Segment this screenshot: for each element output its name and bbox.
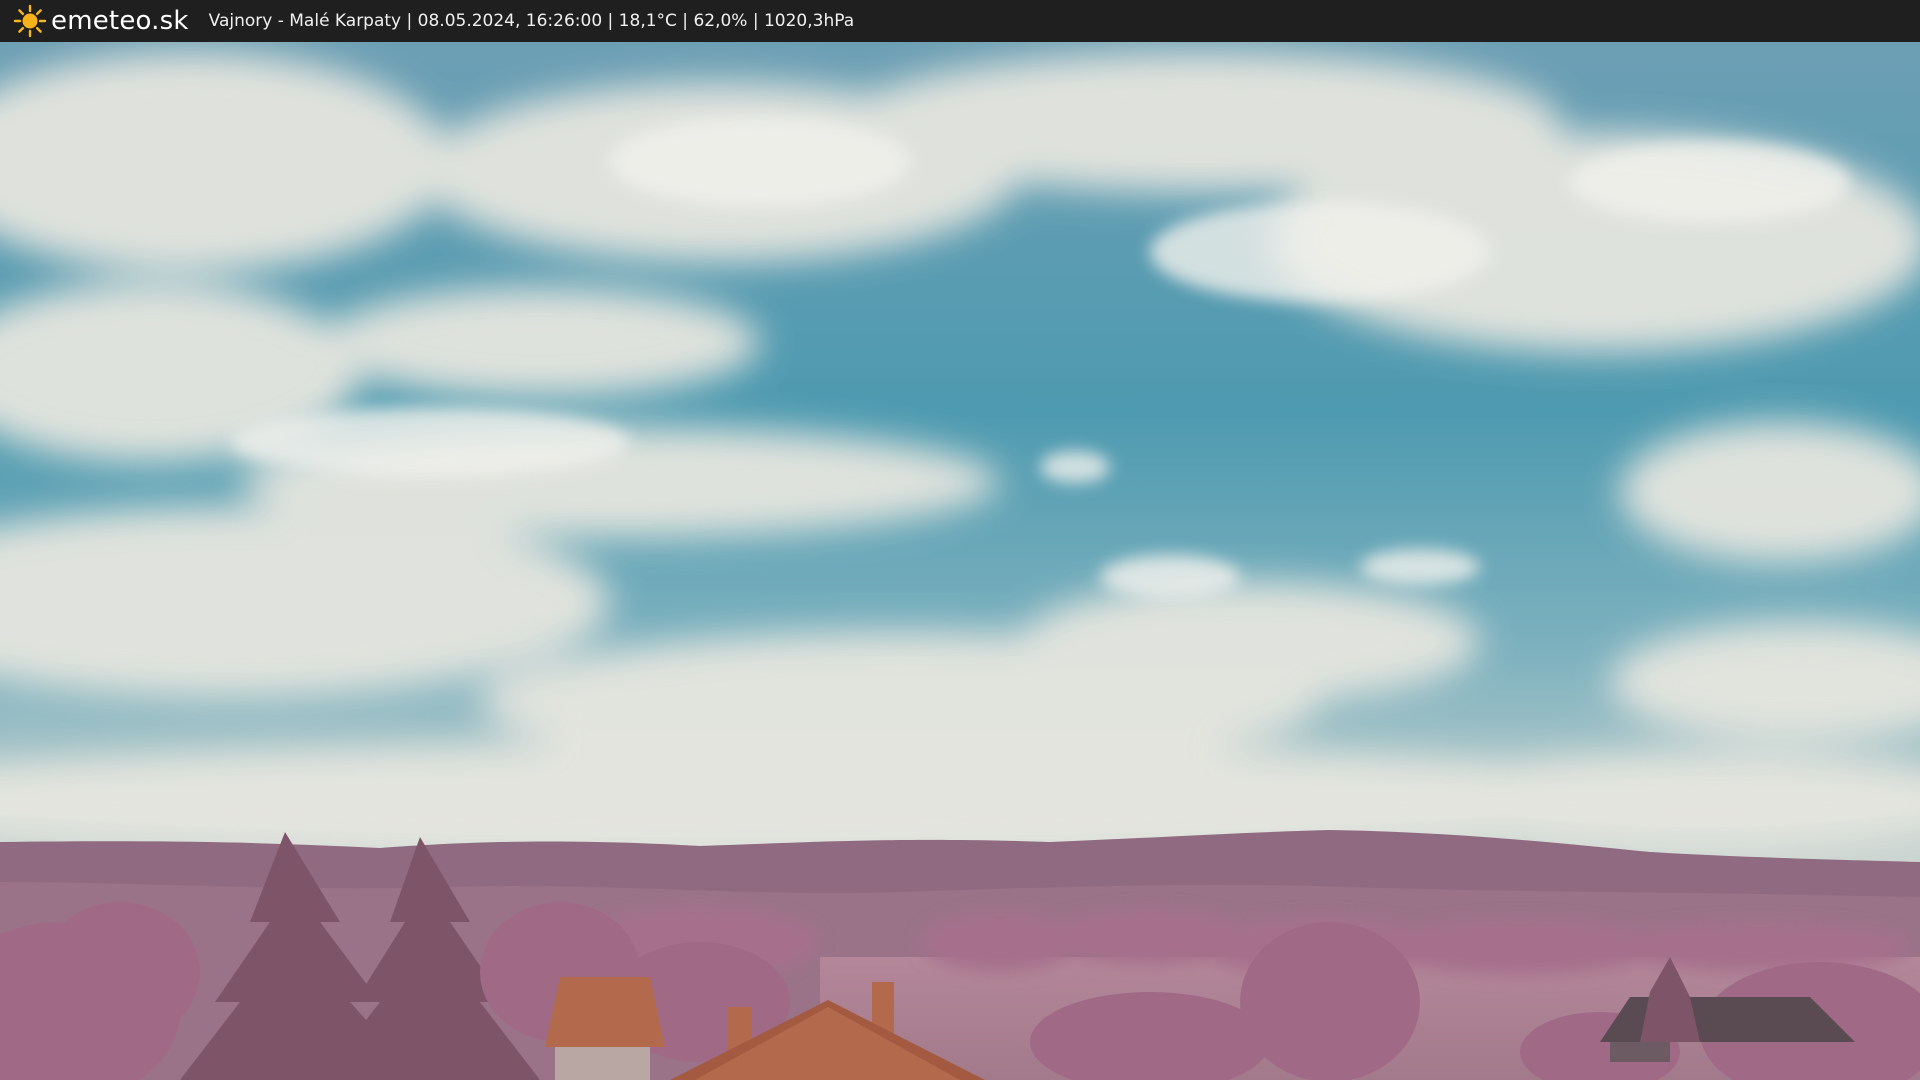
webcam-image	[0, 42, 1920, 1080]
house-left	[545, 977, 665, 1080]
sun-icon	[13, 4, 47, 38]
station-info: Vajnory - Malé Karpaty | 08.05.2024, 16:…	[208, 11, 855, 31]
brand-name: emeteo.sk	[51, 6, 189, 36]
top-bar: emeteo.sk Vajnory - Malé Karpaty | 08.05…	[0, 0, 1920, 42]
